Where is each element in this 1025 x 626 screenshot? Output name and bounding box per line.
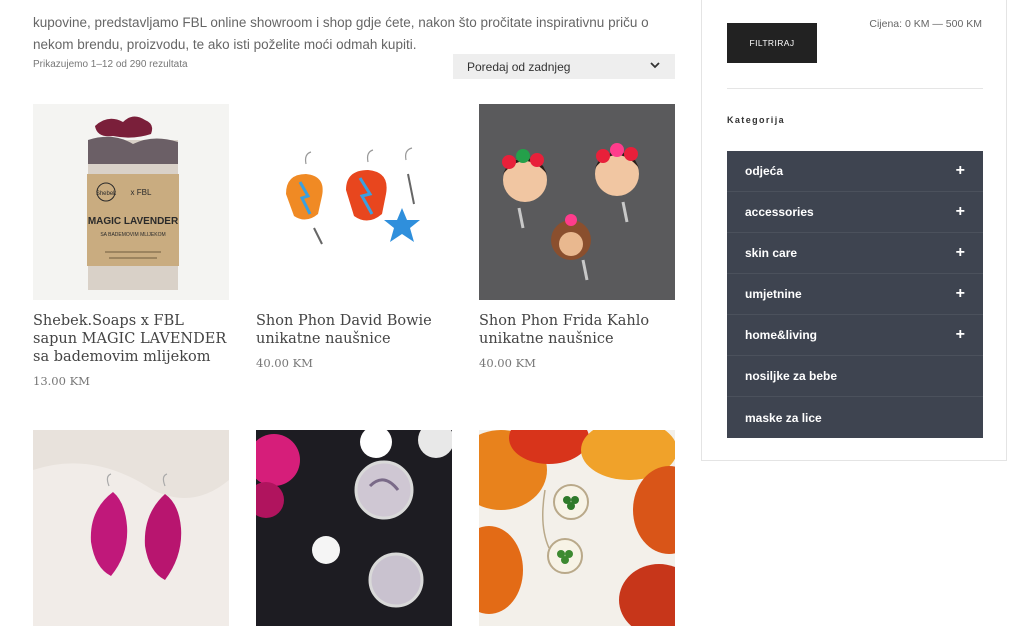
sort-selected-label: Poredaj od zadnjeg [467,59,571,74]
product-card[interactable]: Shon Phon David Bowie unikatne naušnice … [256,104,452,370]
category-item-umjetnine[interactable]: umjetnine + [727,274,983,315]
plus-icon[interactable]: + [956,245,965,261]
result-count: Prikazujemo 1–12 od 290 rezultata [33,59,188,70]
category-label: home&living [745,328,818,342]
category-item-odjeca[interactable]: odjeća + [727,151,983,192]
product-card[interactable]: Shebek x FBL MAGIC LAVENDER SA BADEMOVIM… [33,104,229,388]
product-image-resin-earrings[interactable] [256,430,452,626]
filter-button[interactable]: FILTRIRAJ [727,23,817,63]
soap-label-name: MAGIC LAVENDER [88,216,179,227]
product-title[interactable]: Shebek.Soaps x FBL sapun MAGIC LAVENDER … [33,312,229,366]
chevron-down-icon [649,59,661,74]
product-image-bowie-earrings[interactable] [256,104,452,300]
category-label: odjeća [745,164,784,178]
category-label: nosiljke za bebe [745,369,838,383]
plus-icon[interactable]: + [956,286,965,302]
category-list: odjeća + accessories + skin care + umjet… [727,151,983,438]
category-label: skin care [745,246,798,260]
product-price: 40.00 KM [256,356,313,370]
sort-select[interactable]: Poredaj od zadnjeg [453,54,675,79]
category-label: umjetnine [745,287,802,301]
product-card[interactable] [33,430,229,626]
product-image-frida-earrings[interactable] [479,104,675,300]
product-card[interactable] [256,430,452,626]
sidebar-divider [727,88,983,89]
product-image-leaf-earrings[interactable] [33,430,229,626]
product-card[interactable] [479,430,675,626]
product-price: 13.00 KM [33,374,90,388]
category-label: accessories [745,205,814,219]
price-range-label: Cijena: 0 KM — 500 KM [869,18,982,30]
product-title[interactable]: Shon Phon David Bowie unikatne naušnice [256,312,452,348]
plus-icon[interactable]: + [956,163,965,179]
plus-icon[interactable]: + [956,327,965,343]
product-card[interactable]: Shon Phon Frida Kahlo unikatne naušnice … [479,104,675,370]
soap-label-x: x FBL [131,188,152,197]
category-item-skin-care[interactable]: skin care + [727,233,983,274]
plus-icon[interactable]: + [956,204,965,220]
product-image-soap[interactable]: Shebek x FBL MAGIC LAVENDER SA BADEMOVIM… [33,104,229,300]
category-label: maske za lice [745,410,822,425]
category-item-accessories[interactable]: accessories + [727,192,983,233]
soap-label-brand: Shebek [96,191,117,197]
product-image-clover-earrings[interactable] [479,430,675,626]
shop-sidebar: FILTRIRAJ Cijena: 0 KM — 500 KM Kategori… [701,0,1007,461]
category-item-nosiljke[interactable]: nosiljke za bebe [727,356,983,397]
category-item-home-living[interactable]: home&living + [727,315,983,356]
soap-label-sub: SA BADEMOVIM MLIJEKOM [100,232,165,238]
categories-heading: Kategorija [727,115,786,125]
product-title[interactable]: Shon Phon Frida Kahlo unikatne naušnice [479,312,675,348]
intro-text: kupovine, predstavljamo FBL online showr… [33,14,649,52]
product-price: 40.00 KM [479,356,536,370]
category-item-maske[interactable]: maske za lice [727,397,983,438]
